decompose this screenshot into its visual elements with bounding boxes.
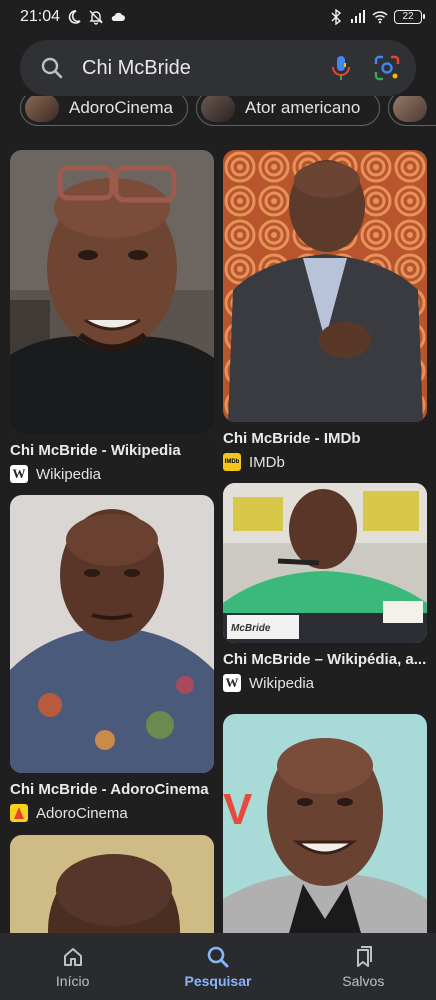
result-title[interactable]: Chi McBride - Wikipedia	[10, 442, 214, 459]
nav-pesquisar[interactable]: Pesquisar	[145, 933, 290, 1000]
bookmarks-icon	[357, 945, 373, 967]
signal-icon	[351, 10, 365, 23]
nameplate-text: McBride	[231, 623, 271, 634]
result-card[interactable]: V	[223, 714, 427, 933]
chip-thumbnail	[25, 96, 59, 122]
chip-label: AdoroCinema	[69, 98, 173, 117]
result-source-label: IMDb	[249, 453, 285, 471]
portrait-image	[223, 150, 427, 422]
imdb-icon: IMDb	[223, 453, 241, 471]
wifi-icon	[372, 11, 388, 24]
moon-icon	[68, 10, 81, 24]
result-title[interactable]: Chi McBride – Wikipédia, a...	[223, 651, 427, 668]
search-query[interactable]: Chi McBride	[82, 57, 330, 80]
adorocinema-icon	[10, 804, 28, 822]
result-image[interactable]	[10, 150, 214, 434]
result-image[interactable]	[223, 150, 427, 422]
bell-off-icon	[89, 10, 103, 25]
result-source-label: Wikipedia	[36, 465, 102, 483]
wikipedia-icon: W	[10, 465, 28, 483]
result-card[interactable]: Chi McBride - AdoroCinema AdoroCinema	[10, 495, 214, 822]
nav-label: Pesquisar	[184, 972, 252, 989]
google-lens-icon[interactable]	[374, 55, 400, 81]
chip-label: Ator americano	[245, 98, 361, 117]
image-results-grid: Chi McBride - Wikipedia W Wikipedia Chi …	[0, 130, 436, 933]
result-image[interactable]: V	[223, 714, 427, 933]
battery-level: 22	[402, 11, 414, 22]
portrait-image	[10, 495, 214, 773]
chip-ator-americano[interactable]: Ator americano	[196, 96, 380, 126]
portrait-image: V	[223, 714, 427, 933]
nav-salvos[interactable]: Salvos	[291, 933, 436, 1000]
chip-thumbnail	[393, 96, 427, 122]
bottom-navigation: Início Pesquisar Salvos	[0, 933, 436, 1000]
result-card[interactable]: McBride Chi McBride – Wikipédia, a... W …	[223, 483, 427, 692]
portrait-image	[10, 835, 214, 933]
wikipedia-icon: W	[223, 674, 241, 692]
result-card[interactable]: Chi McBride - Wikipedia W Wikipedia	[10, 150, 214, 483]
search-icon	[207, 946, 229, 967]
result-source[interactable]: IMDb IMDb	[223, 453, 427, 471]
result-card[interactable]	[10, 835, 214, 933]
svg-text:V: V	[223, 785, 253, 834]
result-source-label: Wikipedia	[249, 674, 315, 692]
chip-more[interactable]: A	[388, 96, 436, 126]
result-source[interactable]: AdoroCinema	[10, 804, 214, 822]
search-bar[interactable]: Chi McBride	[20, 40, 416, 96]
nav-label: Início	[55, 972, 90, 989]
result-image[interactable]	[10, 835, 214, 933]
portrait-image	[10, 150, 214, 434]
nav-inicio[interactable]: Início	[0, 933, 145, 1000]
microphone-icon[interactable]	[330, 55, 352, 81]
status-time: 21:04	[20, 8, 61, 25]
result-source-label: AdoroCinema	[36, 804, 128, 822]
chip-adorocinema[interactable]: AdoroCinema	[20, 96, 188, 126]
result-source[interactable]: W Wikipedia	[10, 465, 214, 483]
result-source[interactable]: W Wikipedia	[223, 674, 427, 692]
battery-indicator: 22	[394, 10, 425, 24]
search-icon	[41, 57, 63, 79]
result-card[interactable]: Chi McBride - IMDb IMDb IMDb	[223, 150, 427, 471]
result-title[interactable]: Chi McBride - AdoroCinema	[10, 781, 214, 798]
bluetooth-icon	[331, 9, 342, 25]
cloud-icon	[111, 12, 126, 21]
panel-photo: McBride	[223, 483, 427, 643]
result-image[interactable]	[10, 495, 214, 773]
result-title[interactable]: Chi McBride - IMDb	[223, 430, 427, 447]
chip-thumbnail	[201, 96, 235, 122]
result-image[interactable]: McBride	[223, 483, 427, 643]
filter-chips: AdoroCinema Ator americano A	[0, 96, 436, 130]
nav-label: Salvos	[342, 972, 385, 989]
home-icon	[63, 947, 82, 966]
status-bar: 21:04 22	[0, 0, 436, 34]
